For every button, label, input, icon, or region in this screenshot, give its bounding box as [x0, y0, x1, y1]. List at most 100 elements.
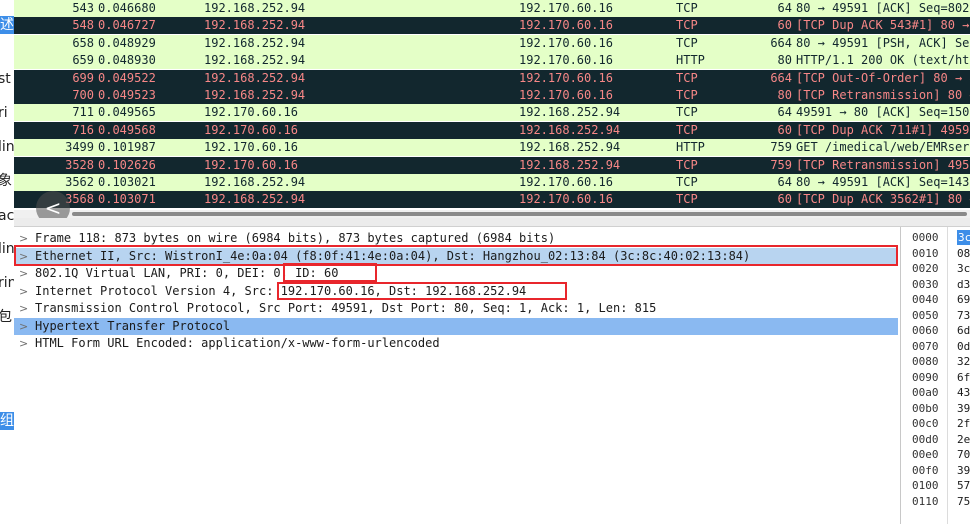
- packet-length: 64: [777, 105, 792, 120]
- hex-row[interactable]: 00e0 70: [902, 447, 970, 462]
- packet-info: [TCP Dup ACK 3562#1] 80 →: [796, 192, 970, 207]
- hex-offset: 00b0: [912, 401, 939, 415]
- hex-byte[interactable]: 69: [957, 292, 970, 307]
- packet-list[interactable]: 543 0.046680 192.168.252.94 192.170.60.16 TC…: [14, 0, 970, 210]
- hex-row[interactable]: 0030 d3: [902, 277, 970, 292]
- hex-byte[interactable]: 32: [957, 354, 970, 369]
- packet-list-scrollbar[interactable]: [14, 210, 970, 218]
- hex-byte[interactable]: 6f: [957, 370, 970, 385]
- hex-row[interactable]: 00d0 2e: [902, 432, 970, 447]
- packet-source: 192.168.252.94: [204, 88, 306, 102]
- packet-details-pane[interactable]: > Frame 118: 873 bytes on wire (6984 bits…: [14, 227, 901, 524]
- hex-byte[interactable]: 70: [957, 447, 970, 462]
- packet-info: 80 → 49591 [ACK] Seq=802 A: [796, 1, 970, 15]
- hex-offset: 0030: [912, 277, 939, 291]
- hex-row[interactable]: 0000 3c: [902, 230, 970, 245]
- hex-byte[interactable]: 6d: [957, 323, 970, 338]
- packet-row[interactable]: 716 0.049568 192.170.60.16 192.168.252.94 TC…: [14, 121, 970, 139]
- expand-chevron-icon[interactable]: >: [19, 265, 31, 282]
- packet-time: 0.048930: [98, 53, 156, 68]
- packet-row[interactable]: 3528 0.102626 192.170.60.16 192.168.252.94 T…: [14, 156, 970, 174]
- hex-dump-pane[interactable]: 0000 3c 0010 08 0020 3c 0030 d3 0040 69 0050 73 0060…: [902, 227, 970, 524]
- packet-row[interactable]: 700 0.049523 192.168.252.94 192.170.60.16 TC…: [14, 87, 970, 104]
- hex-row[interactable]: 00c0 2f: [902, 416, 970, 431]
- packet-number: 700: [72, 88, 94, 102]
- packet-row[interactable]: 543 0.046680 192.168.252.94 192.170.60.16 TC…: [14, 0, 970, 17]
- packet-source: 192.170.60.16: [204, 157, 298, 172]
- packet-destination: 192.168.252.94: [519, 122, 621, 137]
- hex-row[interactable]: 0070 0d: [902, 339, 970, 354]
- packet-destination: 192.170.60.16: [519, 175, 613, 189]
- hex-byte[interactable]: 57: [957, 478, 970, 493]
- hex-byte[interactable]: 39: [957, 463, 970, 478]
- packet-protocol: TCP: [676, 175, 698, 189]
- packet-number: 543: [72, 1, 94, 15]
- hex-row[interactable]: 0090 6f: [902, 370, 970, 385]
- hex-row[interactable]: 0010 08: [902, 246, 970, 261]
- hex-byte[interactable]: 73: [957, 308, 970, 323]
- packet-number: 3499: [65, 140, 94, 155]
- hex-byte[interactable]: 75: [957, 494, 970, 509]
- packet-length: 60: [777, 18, 792, 33]
- background-fragment: 组: [0, 412, 14, 430]
- hex-byte[interactable]: 0d: [957, 339, 970, 354]
- packet-row[interactable]: 711 0.049565 192.170.60.16 192.168.252.94 TC…: [14, 104, 970, 122]
- packet-time: 0.103071: [98, 192, 156, 207]
- packet-source: 192.168.252.94: [204, 35, 306, 50]
- packet-source: 192.170.60.16: [204, 122, 298, 137]
- packet-row[interactable]: 659 0.048930 192.168.252.94 192.170.60.16 HT…: [14, 52, 970, 70]
- background-fragment: 包: [0, 308, 14, 326]
- background-fragment: rin: [0, 275, 14, 291]
- hex-offset: 0070: [912, 339, 939, 353]
- packet-destination: 192.168.252.94: [519, 157, 621, 172]
- hex-row[interactable]: 0050 73: [902, 308, 970, 323]
- hex-byte[interactable]: 3c: [957, 230, 970, 245]
- hex-row[interactable]: 0100 57: [902, 478, 970, 493]
- hex-row[interactable]: 0110 75: [902, 494, 970, 509]
- packet-destination: 192.168.252.94: [519, 105, 621, 120]
- packet-source: 192.168.252.94: [204, 70, 306, 85]
- hex-row[interactable]: 00b0 39: [902, 401, 970, 416]
- hex-row[interactable]: 0020 3c: [902, 261, 970, 276]
- packet-protocol: HTTP: [676, 53, 705, 68]
- detail-tree-item[interactable]: > Transmission Control Protocol, Src Port…: [14, 300, 898, 317]
- hex-byte[interactable]: 2f: [957, 416, 970, 431]
- detail-tree-item[interactable]: > Hypertext Transfer Protocol: [14, 317, 898, 335]
- packet-row[interactable]: 548 0.046727 192.168.252.94 192.170.60.16 TC…: [14, 17, 970, 35]
- packet-number: 3562: [65, 175, 94, 189]
- packet-row[interactable]: 3499 0.101987 192.170.60.16 192.168.252.94 H…: [14, 139, 970, 157]
- packet-length: 60: [777, 122, 792, 137]
- packet-row[interactable]: 658 0.048929 192.168.252.94 192.170.60.16 TC…: [14, 34, 970, 52]
- packet-length: 64: [777, 175, 792, 189]
- hex-byte[interactable]: 2e: [957, 432, 970, 447]
- expand-chevron-icon[interactable]: >: [19, 335, 31, 352]
- hex-row[interactable]: 0080 32: [902, 354, 970, 369]
- hex-byte[interactable]: d3: [957, 277, 970, 292]
- detail-tree-item[interactable]: >802.1Q Virtual LAN, PRI: 0, DEI: 0, ID:…: [14, 265, 898, 282]
- packet-row[interactable]: 3562 0.103021 192.168.252.94 192.170.60.16 T…: [14, 174, 970, 191]
- packet-row[interactable]: 3568 0.103071 192.168.252.94 192.170.60.16 T…: [14, 191, 970, 209]
- annotation-box-ip: [277, 282, 567, 300]
- expand-chevron-icon[interactable]: >: [19, 300, 31, 317]
- expand-chevron-icon[interactable]: >: [19, 318, 31, 335]
- packet-length: 759: [770, 157, 792, 172]
- hex-row[interactable]: 00a0 43: [902, 385, 970, 400]
- expand-chevron-icon[interactable]: >: [19, 283, 31, 300]
- hex-offset: 0100: [912, 479, 939, 492]
- hex-byte[interactable]: 08: [957, 246, 970, 261]
- scrollbar-thumb[interactable]: [72, 212, 967, 216]
- packet-time: 0.048929: [98, 35, 156, 50]
- hex-byte[interactable]: 39: [957, 401, 970, 416]
- hex-offset: 00e0: [912, 448, 939, 461]
- pane-splitter[interactable]: [14, 218, 970, 227]
- packet-time: 0.101987: [98, 140, 156, 155]
- hex-offset: 0040: [912, 293, 939, 306]
- hex-row[interactable]: 0060 6d: [902, 323, 970, 338]
- detail-tree-item[interactable]: > HTML Form URL Encoded: application/x-ww…: [14, 335, 898, 352]
- packet-row[interactable]: 699 0.049522 192.168.252.94 192.170.60.16 TC…: [14, 69, 970, 87]
- hex-byte[interactable]: 3c: [957, 261, 970, 276]
- hex-byte[interactable]: 43: [957, 385, 970, 400]
- packet-time: 0.046680: [98, 1, 156, 15]
- hex-row[interactable]: 00f0 39: [902, 463, 970, 478]
- hex-row[interactable]: 0040 69: [902, 292, 970, 307]
